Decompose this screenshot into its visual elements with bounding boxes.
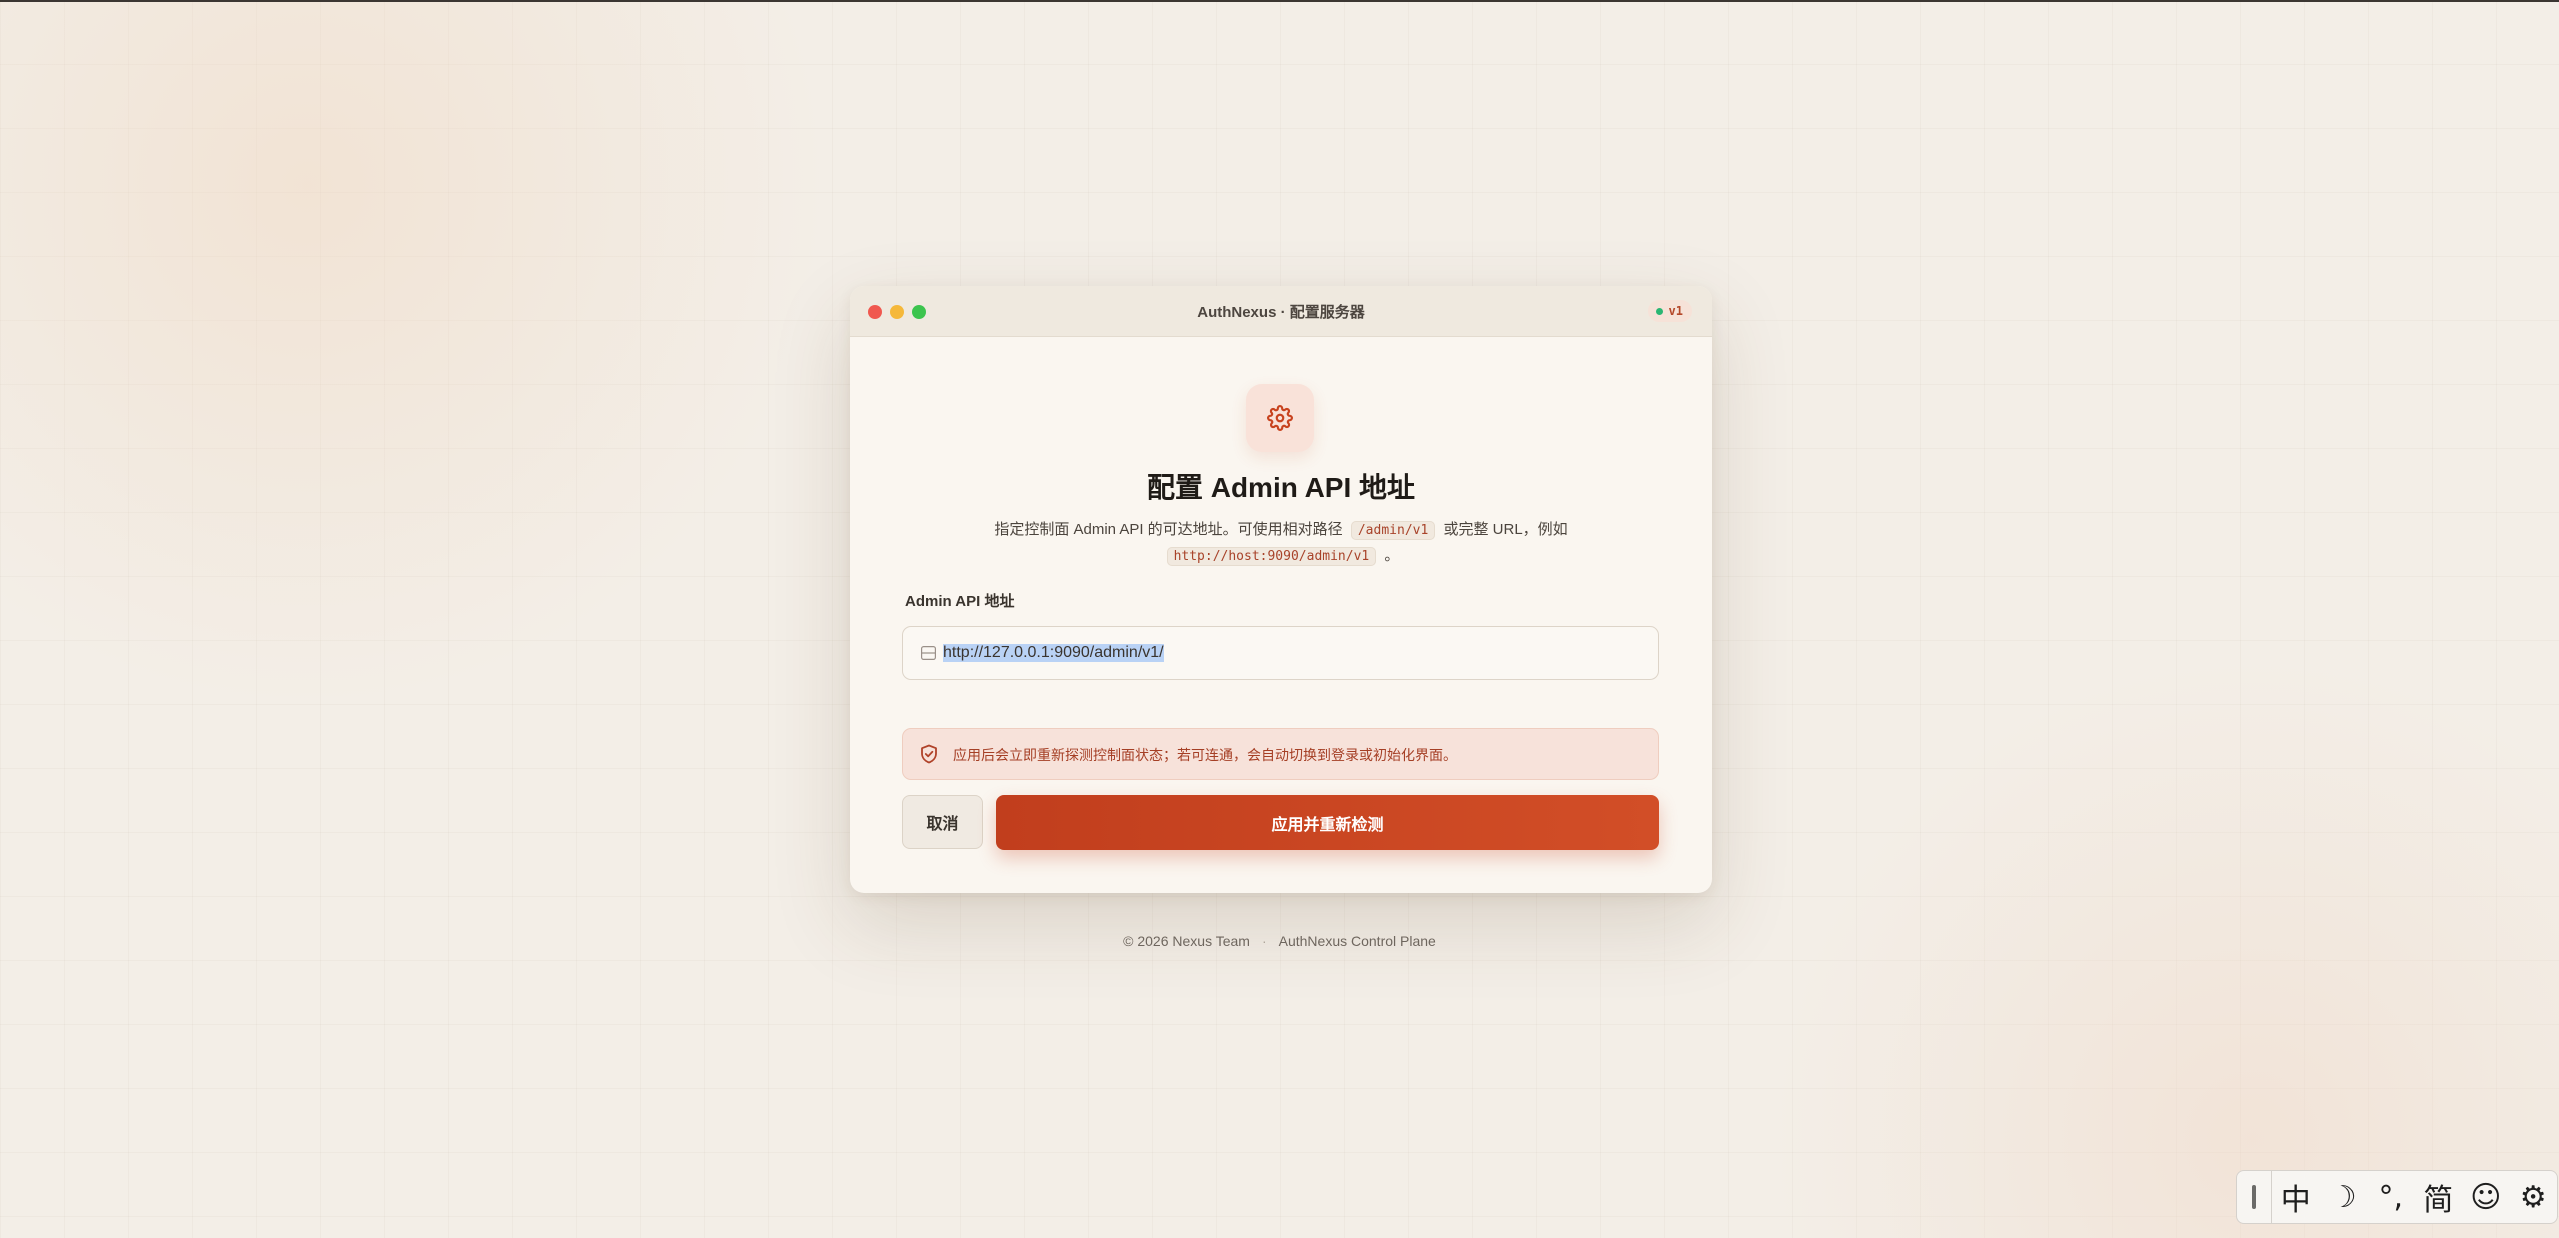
punctuation-icon[interactable]: °, <box>2367 1171 2415 1223</box>
notice-text: 应用后会立即重新探测控制面状态；若可连通，会自动切换到登录或初始化界面。 <box>953 747 1457 763</box>
admin-api-field-label: Admin API 地址 <box>905 593 1015 610</box>
page-title: 配置 Admin API 地址 <box>1146 472 1416 503</box>
version-label: v1 <box>1668 304 1683 318</box>
simplified-icon[interactable]: 简 <box>2415 1171 2463 1223</box>
config-window: AuthNexus · 配置服务器 v1 配置 Admin API 地址 指定控… <box>850 286 1712 893</box>
settings-icon[interactable]: ⚙ <box>2510 1171 2558 1223</box>
cancel-button[interactable]: 取消 <box>902 795 983 849</box>
moon-icon[interactable]: ☽ <box>2320 1171 2368 1223</box>
window-title: AuthNexus · 配置服务器 <box>1197 304 1365 321</box>
emoji-icon[interactable]: ☺ <box>2462 1171 2510 1223</box>
ime-drag-handle[interactable] <box>2237 1171 2272 1223</box>
description-text-2: 或完整 URL，例如 <box>1443 521 1568 538</box>
server-icon <box>921 646 936 660</box>
top-border <box>0 0 2559 2</box>
relative-path-example: /admin/v1 <box>1350 521 1436 540</box>
info-notice: 应用后会立即重新探测控制面状态；若可连通，会自动切换到登录或初始化界面。 <box>902 728 1659 780</box>
footer: © 2026 Nexus Team · AuthNexus Control Plan… <box>0 933 2559 949</box>
description-text-3: 。 <box>1384 547 1400 564</box>
description: 指定控制面 Admin API 的可达地址。可使用相对路径 /admin/v1 … <box>920 517 1642 569</box>
status-dot-icon <box>1655 307 1663 315</box>
shield-check-icon <box>921 744 937 764</box>
footer-product: AuthNexus Control Plane <box>1278 933 1436 949</box>
full-url-example: http://host:9090/admin/v1 <box>1166 547 1377 566</box>
gear-tile <box>1246 384 1314 452</box>
footer-separator: · <box>1261 933 1267 949</box>
ime-toolbar: 中 ☽ °, 简 ☺ ⚙ <box>2236 1170 2558 1224</box>
chinese-mode-icon[interactable]: 中 <box>2272 1171 2320 1223</box>
version-badge: v1 <box>1647 300 1692 322</box>
description-text-1: 指定控制面 Admin API 的可达地址。可使用相对路径 <box>994 521 1343 538</box>
admin-api-input-wrapper[interactable] <box>902 626 1659 680</box>
gear-icon <box>1267 405 1293 431</box>
title-bar: AuthNexus · 配置服务器 v1 <box>850 286 1712 337</box>
footer-copyright: © 2026 Nexus Team <box>1123 933 1250 949</box>
apply-and-recheck-button[interactable]: 应用并重新检测 <box>996 795 1659 850</box>
admin-api-input[interactable] <box>943 635 1643 671</box>
